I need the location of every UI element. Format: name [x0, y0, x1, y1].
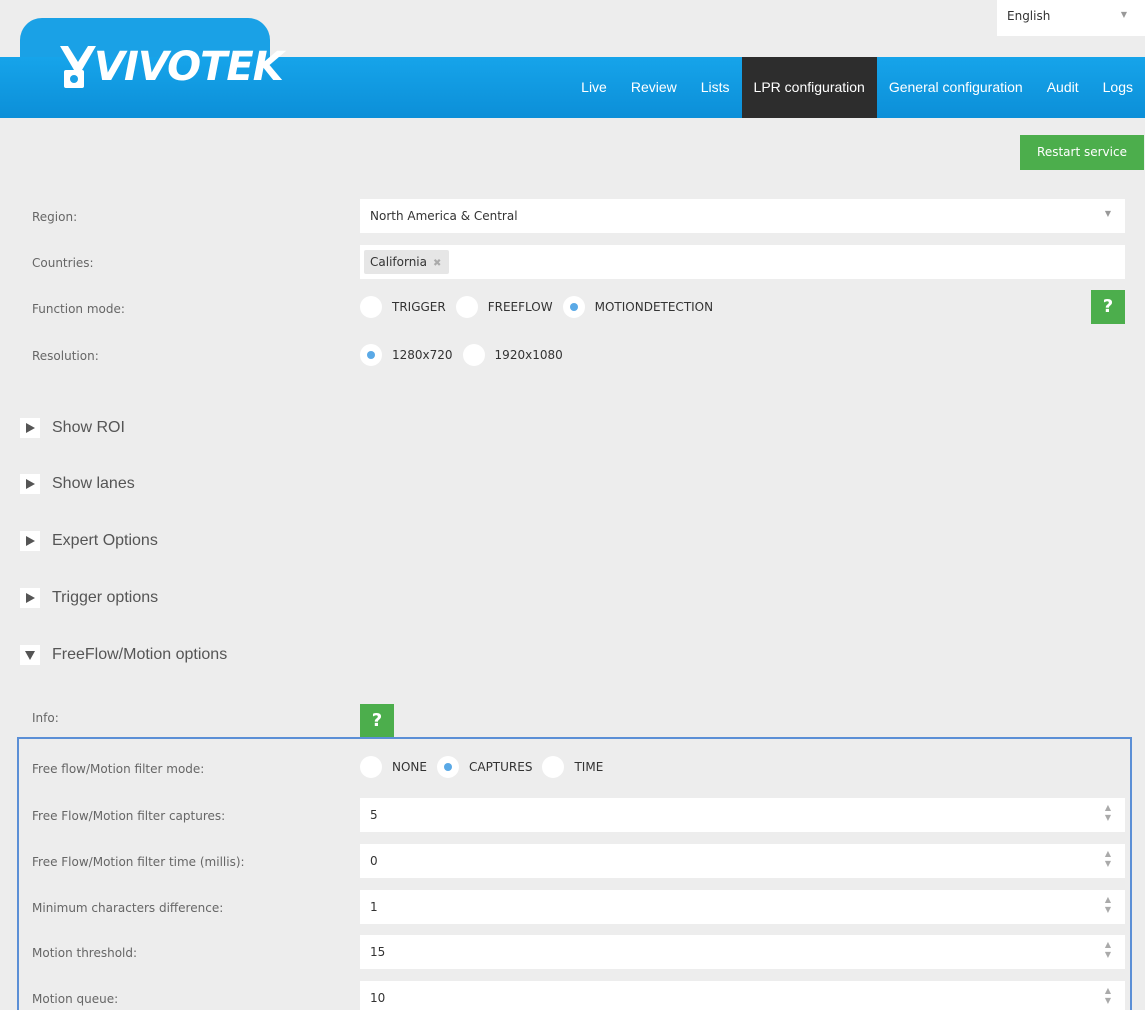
nav-audit[interactable]: Audit	[1035, 57, 1091, 118]
filter-captures-input[interactable]: 5 ▲ ▼	[360, 798, 1125, 832]
motion-threshold-value: 15	[370, 945, 386, 959]
radio-1920x1080-label: 1920x1080	[494, 348, 563, 362]
radio-1280x720[interactable]	[360, 344, 382, 366]
language-select[interactable]: English ▼	[997, 0, 1145, 36]
radio-trigger[interactable]	[360, 296, 382, 318]
region-select[interactable]: North America & Central ▼	[360, 199, 1125, 233]
section-label: Expert Options	[52, 532, 158, 549]
brand-name: VIVOTEK	[94, 44, 284, 90]
motion-queue-input[interactable]: 10 ▲ ▼	[360, 981, 1125, 1010]
filter-time-label: Free Flow/Motion filter time (millis):	[32, 855, 245, 869]
radio-none[interactable]	[360, 756, 382, 778]
nav-lists[interactable]: Lists	[689, 57, 742, 118]
section-show-roi[interactable]: Show ROI	[20, 418, 125, 438]
logo: VIVOTEK	[58, 42, 284, 92]
radio-motiondetection[interactable]	[562, 296, 585, 318]
nav-lpr-configuration[interactable]: LPR configuration	[741, 57, 877, 118]
country-tag: California ✖	[364, 250, 450, 274]
main-nav: Live Review Lists LPR configuration Gene…	[565, 57, 1145, 118]
nav-logs[interactable]: Logs	[1091, 57, 1145, 118]
country-tag-label: California	[370, 255, 427, 269]
spinner-icon[interactable]: ▲ ▼	[1103, 986, 1113, 1010]
countries-input[interactable]: California ✖	[360, 245, 1125, 279]
radio-1280x720-label: 1280x720	[392, 348, 453, 362]
info-label: Info:	[32, 711, 59, 725]
spinner-icon[interactable]: ▲ ▼	[1103, 940, 1113, 964]
filter-captures-label: Free Flow/Motion filter captures:	[32, 809, 226, 823]
chevron-down-icon: ▼	[1104, 209, 1111, 218]
radio-freeflow-label: FREEFLOW	[487, 300, 553, 314]
function-mode-label: Function mode:	[32, 302, 125, 316]
min-chars-diff-label: Minimum characters difference:	[32, 901, 224, 915]
nav-live[interactable]: Live	[565, 57, 619, 118]
function-mode-radios: TRIGGER FREEFLOW MOTIONDETECTION	[360, 294, 723, 320]
language-value: English	[1007, 9, 1051, 23]
triangle-right-icon	[20, 531, 40, 551]
resolution-label: Resolution:	[32, 349, 99, 363]
nav-review[interactable]: Review	[619, 57, 689, 118]
chevron-down-icon: ▼	[1120, 10, 1127, 19]
region-label: Region:	[32, 210, 78, 224]
resolution-radios: 1280x720 1920x1080	[360, 342, 573, 368]
region-value: North America & Central	[370, 209, 518, 223]
radio-1920x1080[interactable]	[462, 344, 485, 366]
filter-captures-value: 5	[370, 808, 378, 822]
min-chars-diff-value: 1	[370, 900, 378, 914]
spinner-icon[interactable]: ▲ ▼	[1103, 895, 1113, 919]
motion-threshold-label: Motion threshold:	[32, 946, 138, 960]
motion-queue-label: Motion queue:	[32, 992, 119, 1006]
section-label: Trigger options	[52, 589, 159, 606]
radio-time-label: TIME	[574, 760, 604, 774]
help-button[interactable]: ?	[1091, 290, 1125, 324]
section-show-lanes[interactable]: Show lanes	[20, 474, 135, 494]
section-trigger-options[interactable]: Trigger options	[20, 588, 158, 608]
triangle-right-icon	[20, 474, 40, 494]
restart-service-button[interactable]: Restart service	[1020, 135, 1144, 170]
triangle-right-icon	[20, 418, 40, 438]
min-chars-diff-input[interactable]: 1 ▲ ▼	[360, 890, 1125, 924]
countries-label: Countries:	[32, 256, 94, 270]
triangle-right-icon	[20, 588, 40, 608]
radio-trigger-label: TRIGGER	[392, 300, 446, 314]
nav-general-configuration[interactable]: General configuration	[877, 57, 1035, 118]
logo-icon	[58, 44, 98, 90]
filter-mode-label: Free flow/Motion filter mode:	[32, 762, 205, 776]
filter-time-input[interactable]: 0 ▲ ▼	[360, 844, 1125, 878]
info-help-button[interactable]: ?	[360, 704, 394, 738]
motion-queue-value: 10	[370, 991, 386, 1005]
section-label: Show ROI	[52, 419, 125, 436]
radio-freeflow[interactable]	[455, 296, 478, 318]
radio-motiondetection-label: MOTIONDETECTION	[594, 300, 714, 314]
section-label: Show lanes	[52, 475, 135, 492]
radio-time[interactable]	[542, 756, 565, 778]
section-label: FreeFlow/Motion options	[52, 646, 228, 663]
section-freeflow-motion-options[interactable]: FreeFlow/Motion options	[20, 645, 227, 665]
motion-threshold-input[interactable]: 15 ▲ ▼	[360, 935, 1125, 969]
filter-time-value: 0	[370, 854, 378, 868]
radio-captures-label: CAPTURES	[468, 760, 533, 774]
filter-mode-radios: NONE CAPTURES TIME	[360, 754, 613, 780]
triangle-down-icon	[20, 645, 40, 665]
radio-captures[interactable]	[436, 756, 459, 778]
spinner-icon[interactable]: ▲ ▼	[1103, 803, 1113, 827]
remove-tag-icon[interactable]: ✖	[433, 258, 441, 269]
section-expert-options[interactable]: Expert Options	[20, 531, 158, 551]
spinner-icon[interactable]: ▲ ▼	[1103, 849, 1113, 873]
radio-none-label: NONE	[392, 760, 427, 774]
